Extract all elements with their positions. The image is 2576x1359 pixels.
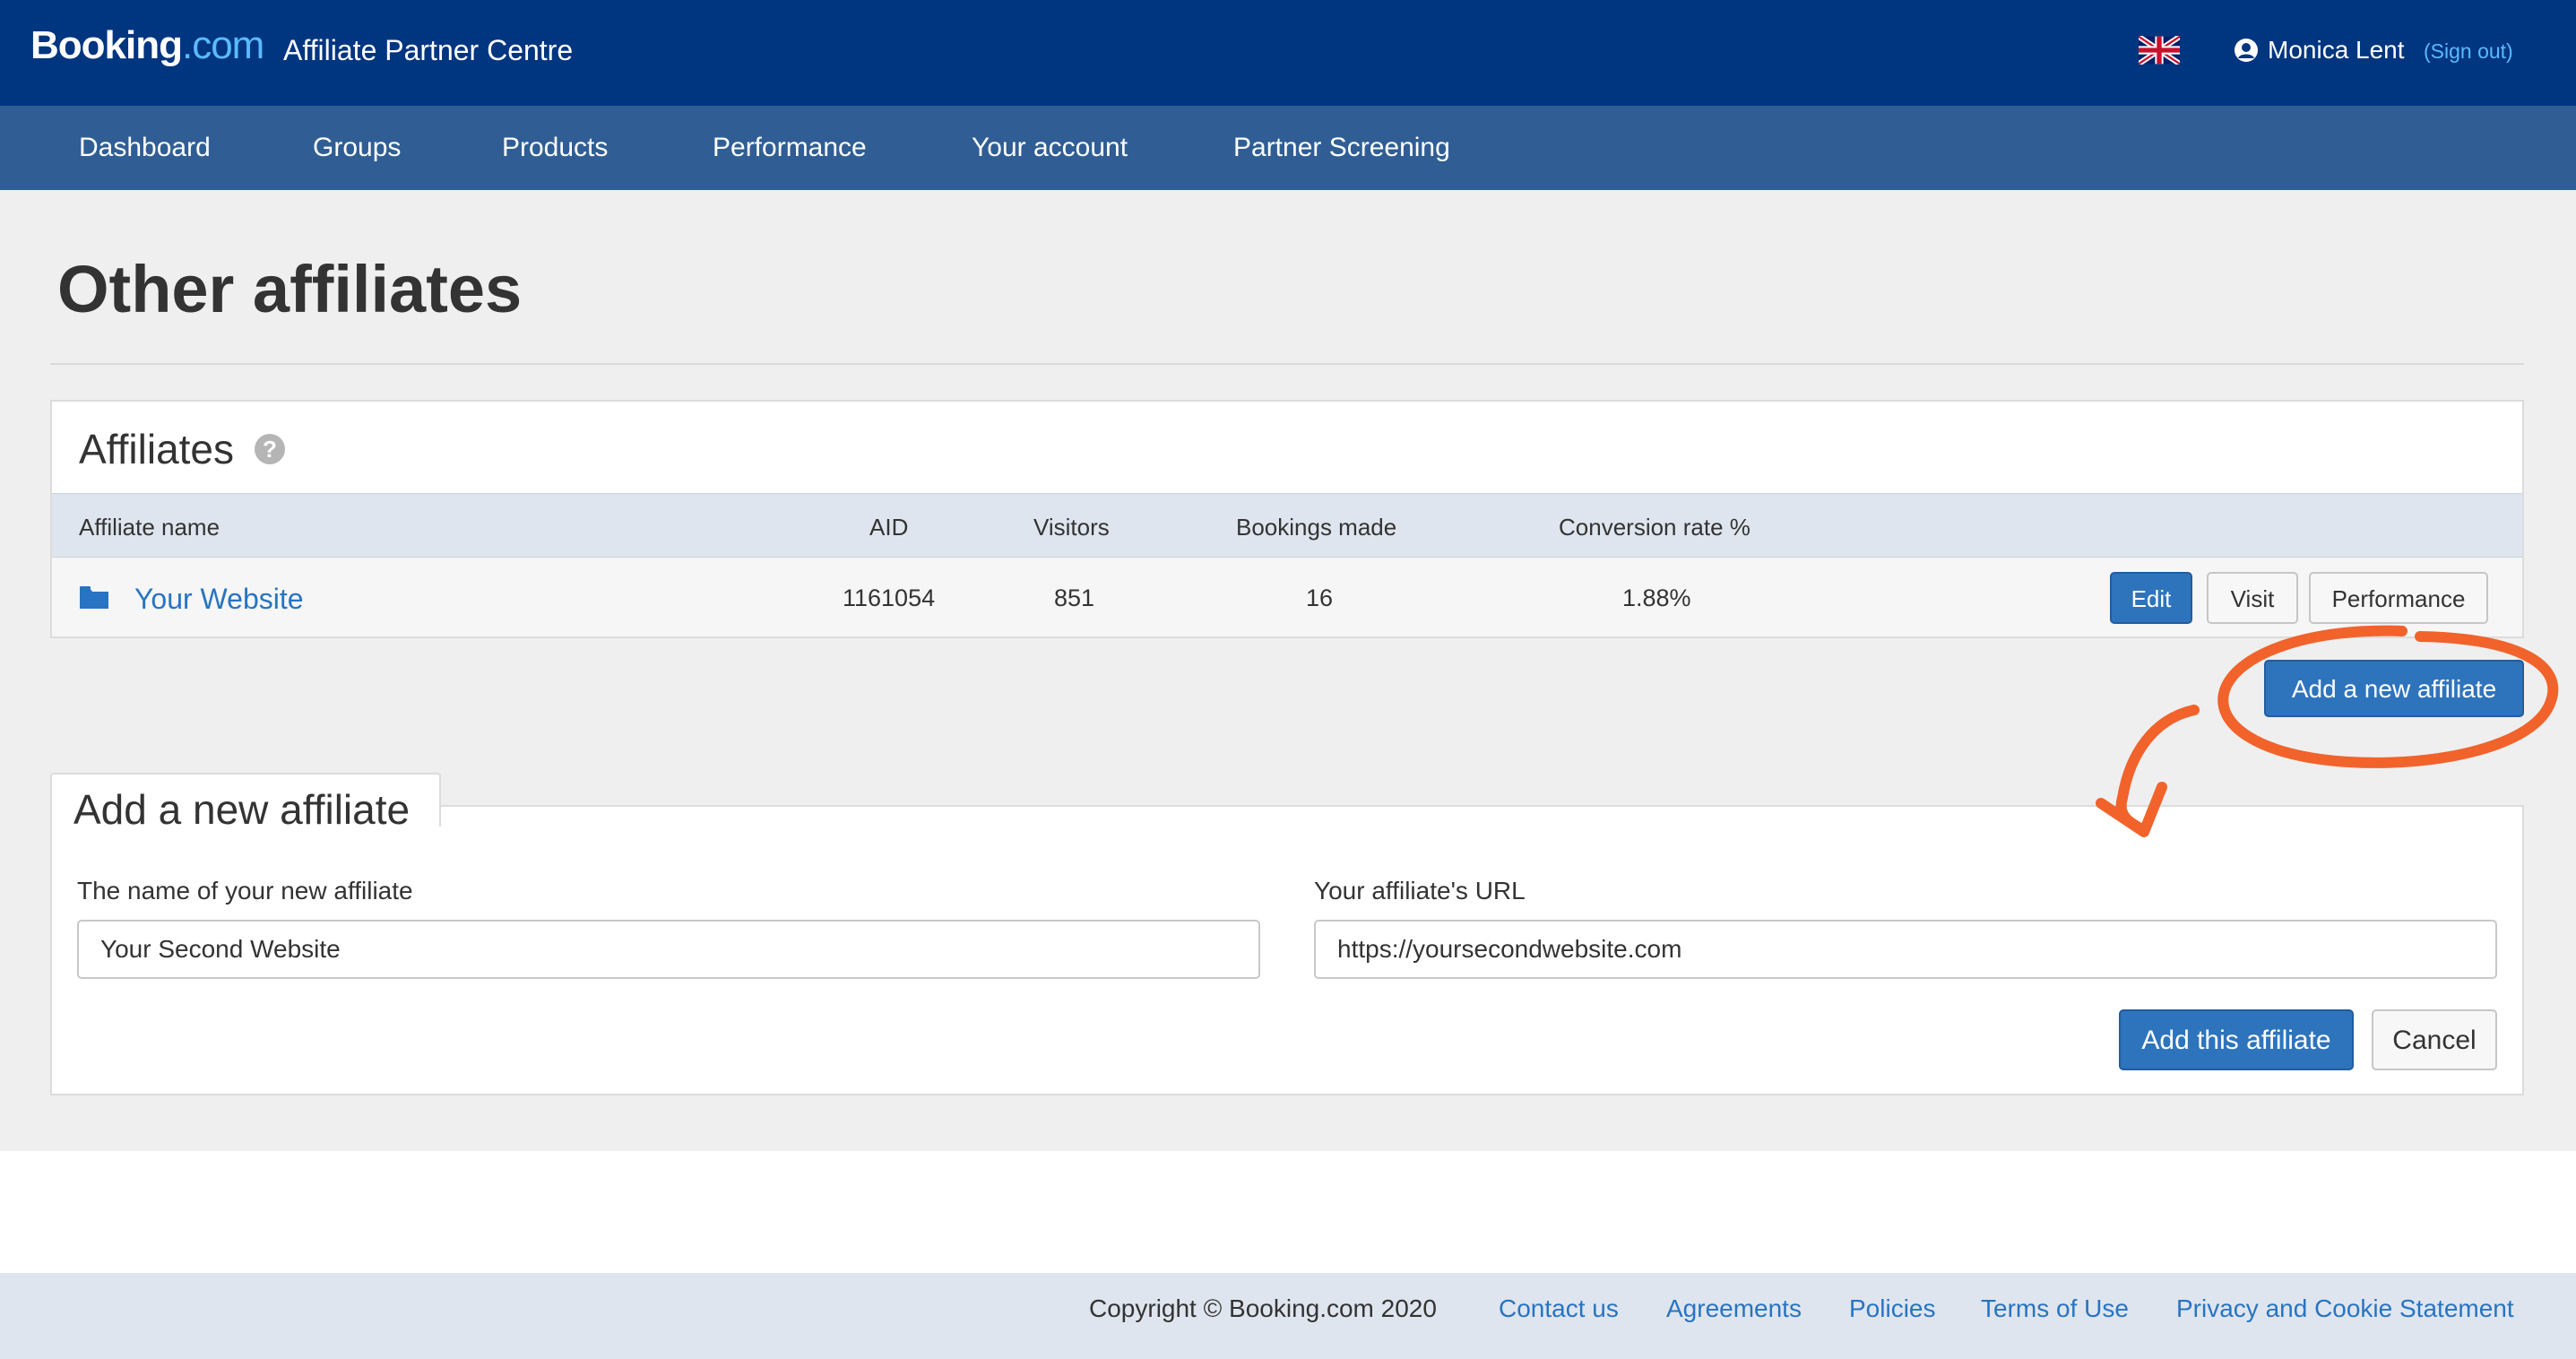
affiliates-panel: Affiliates ? Affiliate name AID Visitors… bbox=[50, 400, 2524, 638]
column-header-conversion-rate: Conversion rate % bbox=[1559, 514, 1750, 541]
affiliate-name-input[interactable] bbox=[77, 920, 1260, 979]
column-header-affiliate-name: Affiliate name bbox=[79, 514, 220, 541]
nav-item-products[interactable]: Products bbox=[502, 133, 608, 163]
add-new-affiliate-button[interactable]: Add a new affiliate bbox=[2264, 660, 2524, 717]
column-header-bookings-made: Bookings made bbox=[1236, 514, 1397, 541]
nav-item-performance[interactable]: Performance bbox=[713, 133, 867, 163]
help-icon[interactable]: ? bbox=[255, 434, 285, 464]
logo-brand-text: Booking bbox=[30, 23, 183, 67]
affiliates-panel-title: Affiliates bbox=[79, 426, 235, 472]
footer-link-policies[interactable]: Policies bbox=[1849, 1294, 1935, 1323]
user-name: Monica Lent bbox=[2268, 36, 2405, 64]
column-header-visitors: Visitors bbox=[1033, 514, 1110, 541]
page-title: Other affiliates bbox=[57, 252, 523, 326]
affiliate-bookings: 16 bbox=[1306, 584, 1334, 611]
nav-item-groups[interactable]: Groups bbox=[313, 133, 401, 163]
affiliate-conversion-rate: 1.88% bbox=[1622, 584, 1691, 611]
edit-button[interactable]: Edit bbox=[2110, 572, 2192, 624]
user-icon bbox=[2235, 39, 2258, 62]
nav-item-dashboard[interactable]: Dashboard bbox=[79, 133, 211, 163]
affiliate-url-label: Your affiliate's URL bbox=[1314, 877, 1526, 905]
page-bottom-spacer bbox=[0, 1151, 2576, 1273]
app-title: Affiliate Partner Centre bbox=[283, 34, 574, 66]
performance-button[interactable]: Performance bbox=[2309, 572, 2488, 624]
table-row: Your Website 1161054 851 16 1.88% Edit V… bbox=[52, 558, 2522, 636]
affiliate-url-input[interactable] bbox=[1314, 920, 2497, 979]
add-this-affiliate-button[interactable]: Add this affiliate bbox=[2119, 1009, 2354, 1070]
sign-out-link[interactable]: (Sign out) bbox=[2424, 39, 2513, 64]
copyright-text: Copyright © Booking.com 2020 bbox=[1089, 1294, 1437, 1322]
booking-logo[interactable]: Booking.com bbox=[30, 23, 264, 68]
footer-link-agreements[interactable]: Agreements bbox=[1666, 1294, 1802, 1323]
affiliate-visitors: 851 bbox=[1054, 584, 1095, 611]
top-bar: Booking.com Affiliate Partner Centre Mon… bbox=[0, 0, 2576, 106]
folder-icon bbox=[80, 586, 108, 609]
title-divider bbox=[50, 363, 2524, 365]
nav-item-your-account[interactable]: Your account bbox=[972, 133, 1128, 163]
logo-tld-text: .com bbox=[181, 23, 264, 67]
footer-link-contact-us[interactable]: Contact us bbox=[1499, 1294, 1619, 1323]
affiliate-aid: 1161054 bbox=[843, 584, 936, 611]
main-nav: Dashboard Groups Products Performance Yo… bbox=[0, 106, 2576, 190]
form-title: Add a new affiliate bbox=[73, 786, 411, 833]
affiliate-name-label: The name of your new affiliate bbox=[77, 877, 413, 905]
nav-item-partner-screening[interactable]: Partner Screening bbox=[1233, 133, 1450, 163]
cancel-button[interactable]: Cancel bbox=[2372, 1009, 2497, 1070]
footer-link-terms-of-use[interactable]: Terms of Use bbox=[1981, 1294, 2129, 1323]
footer-link-privacy-cookie[interactable]: Privacy and Cookie Statement bbox=[2176, 1294, 2514, 1323]
uk-flag-icon[interactable] bbox=[2139, 36, 2180, 65]
column-header-aid: AID bbox=[869, 514, 909, 541]
affiliate-name-link[interactable]: Your Website bbox=[134, 583, 304, 616]
visit-button[interactable]: Visit bbox=[2207, 572, 2298, 624]
affiliates-table-header: Affiliate name AID Visitors Bookings mad… bbox=[52, 493, 2522, 558]
